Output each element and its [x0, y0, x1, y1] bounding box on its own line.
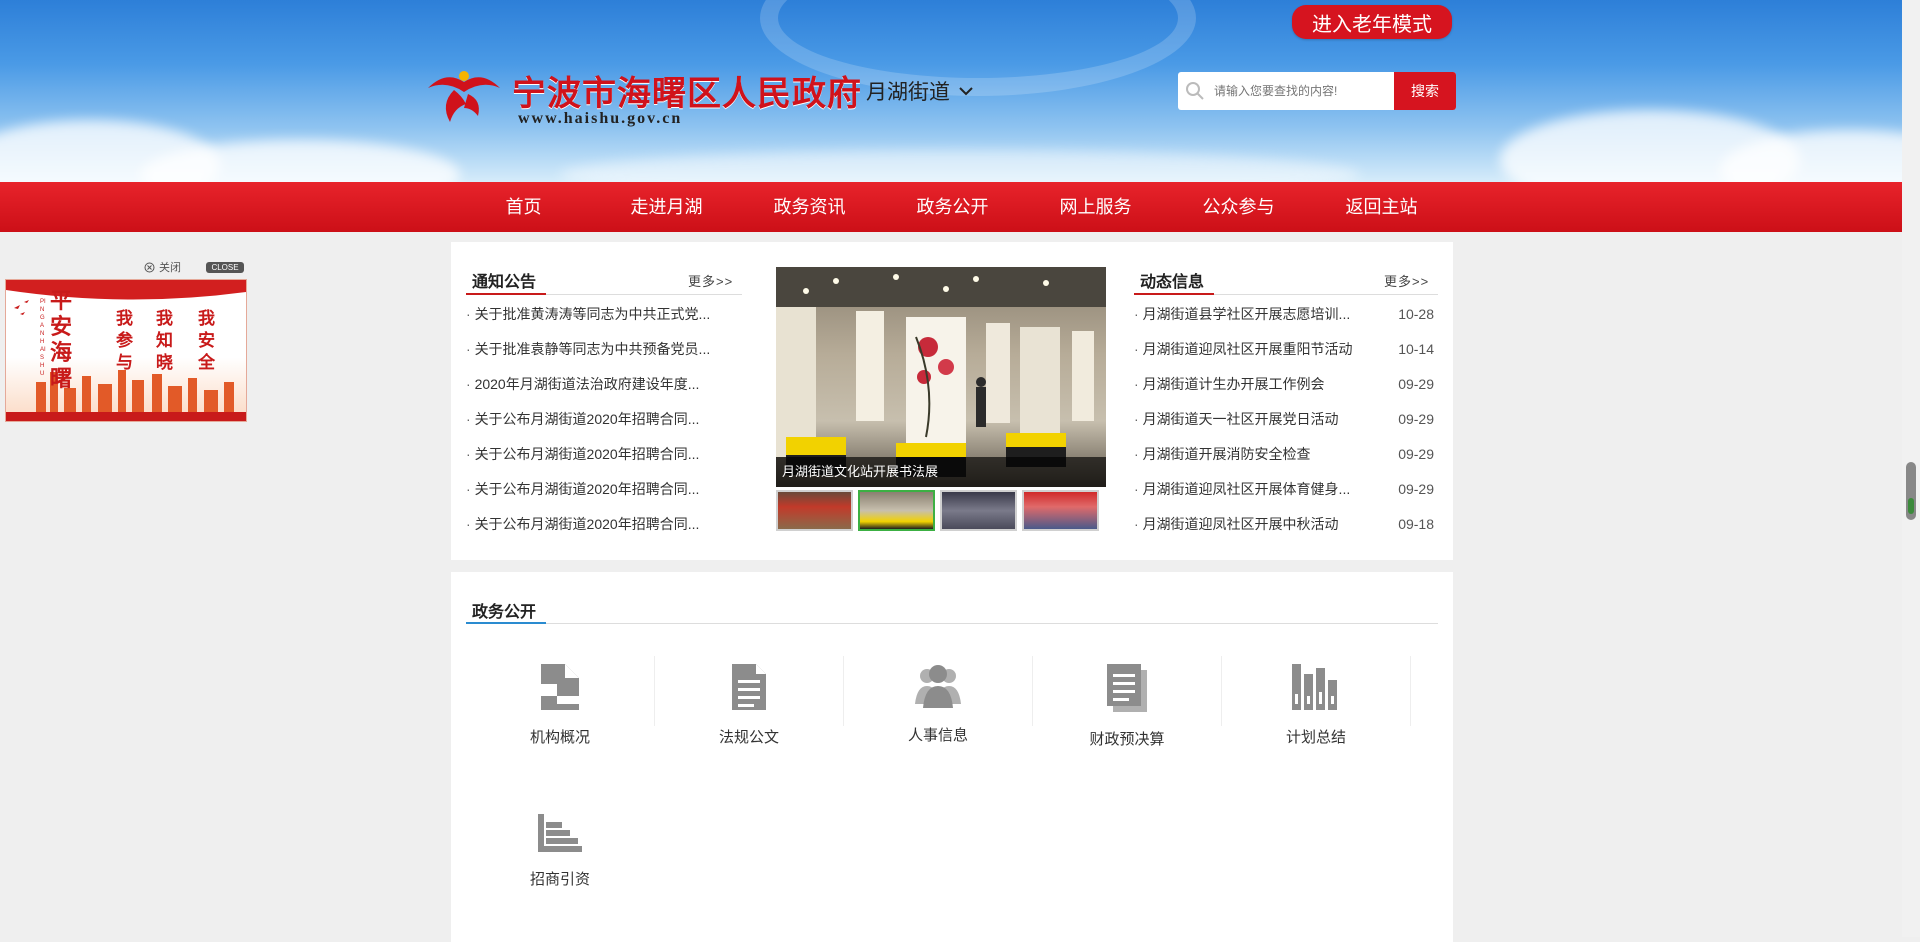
list-item[interactable]: 关于批准袁静等同志为中共预备党员...: [466, 338, 742, 373]
nav-item-online-service[interactable]: 网上服务: [1024, 182, 1167, 232]
main-nav: 首页 走进月湖 政务资讯 政务公开 网上服务 公众参与 返回主站: [0, 182, 1902, 232]
list-item[interactable]: 关于公布月湖街道2020年招聘合同...: [466, 443, 742, 478]
list-item[interactable]: 关于批准黄涛涛等同志为中共正式党...: [466, 303, 742, 338]
scroll-indicator: [1908, 498, 1914, 514]
gov-item-label: 计划总结: [1285, 729, 1346, 746]
gov-item-label: 人事信息: [907, 727, 968, 744]
notices-title: 通知公告: [472, 274, 537, 291]
gov-open-divider: [466, 623, 1438, 624]
list-item[interactable]: 月湖街道开展消防安全检查09-29: [1134, 443, 1434, 478]
ad-column-3: 我安全: [198, 309, 215, 372]
list-item[interactable]: 月湖街道迎凤社区开展重阳节活动10-14: [1134, 338, 1434, 373]
gov-item-label: 财政预决算: [1089, 731, 1165, 748]
news-more-link[interactable]: 更多>>: [1384, 271, 1429, 290]
site-title[interactable]: 宁波市海曙区人民政府: [512, 66, 862, 115]
list-item[interactable]: 月湖街道县学社区开展志愿培训...10-28: [1134, 303, 1434, 338]
notices-title-mark: [466, 293, 546, 295]
list-item[interactable]: 月湖街道迎凤社区开展中秋活动09-18: [1134, 513, 1434, 548]
ad-column-2: 我知晓: [156, 309, 173, 372]
gov-open-title-mark: [466, 622, 546, 624]
divider: [1410, 656, 1411, 726]
list-item[interactable]: 2020年月湖街道法治政府建设年度...: [466, 373, 742, 408]
gov-item-personnel[interactable]: 人事信息: [863, 662, 1013, 745]
list-item[interactable]: 关于公布月湖街道2020年招聘合同...: [466, 513, 742, 548]
nav-item-about-yuehu[interactable]: 走进月湖: [595, 182, 738, 232]
gov-item-label: 招商引资: [529, 871, 590, 888]
divider: [1032, 656, 1033, 726]
carousel-thumb[interactable]: [776, 490, 853, 531]
notices-list: 关于批准黄涛涛等同志为中共正式党... 关于批准袁静等同志为中共预备党员... …: [466, 303, 742, 548]
carousel-image: [776, 267, 1106, 487]
gov-item-org-overview[interactable]: 机构概况: [485, 662, 635, 747]
list-item[interactable]: 月湖街道迎凤社区开展体育健身...09-29: [1134, 478, 1434, 513]
bar-chart-icon: [1292, 664, 1337, 710]
chevron-down-icon: [959, 87, 973, 96]
cloud-decoration: [560, 150, 1360, 182]
building-doc-icon: [541, 664, 579, 710]
ad-close-en-button[interactable]: CLOSE: [206, 262, 244, 273]
gov-item-plan-summary[interactable]: 计划总结: [1241, 662, 1391, 747]
list-item[interactable]: 月湖街道计生办开展工作例会09-29: [1134, 373, 1434, 408]
search-input[interactable]: [1212, 72, 1394, 110]
nav-item-gov-open[interactable]: 政务公开: [881, 182, 1024, 232]
nav-item-home[interactable]: 首页: [452, 182, 595, 232]
page-scrollbar[interactable]: [1902, 0, 1920, 937]
district-selector[interactable]: 月湖街道: [866, 76, 974, 106]
gov-open-title: 政务公开: [472, 604, 537, 621]
nav-item-public-participation[interactable]: 公众参与: [1167, 182, 1310, 232]
ad-pinyin: PING AN HAI SHU: [40, 299, 46, 377]
carousel-thumb[interactable]: [940, 490, 1017, 531]
carousel-thumbnails: [776, 490, 1099, 531]
horizontal-bars-icon: [538, 814, 582, 852]
news-list: 月湖街道县学社区开展志愿培训...10-28 月湖街道迎凤社区开展重阳节活动10…: [1134, 303, 1434, 548]
news-title-mark: [1134, 293, 1214, 295]
gov-item-label: 机构概况: [529, 729, 590, 746]
ad-close-label: 关闭: [159, 262, 181, 274]
district-label: 月湖街道: [866, 80, 950, 104]
stacked-docs-icon: [1107, 664, 1147, 712]
site-header: 宁波市海曙区人民政府 www.haishu.gov.cn 月湖街道 进入老年模式…: [0, 0, 1902, 182]
notices-more-link[interactable]: 更多>>: [688, 271, 733, 290]
carousel-caption: 月湖街道文化站开展书法展: [776, 457, 1106, 487]
close-circle-icon: [144, 262, 155, 272]
ad-banner[interactable]: 平安海曙 PING AN HAI SHU 我参与 我知晓 我安全: [5, 279, 247, 422]
news-title: 动态信息: [1140, 274, 1205, 291]
site-url: www.haishu.gov.cn: [518, 110, 683, 127]
gov-item-finance-budget[interactable]: 财政预决算: [1052, 662, 1202, 749]
divider: [843, 656, 844, 726]
nav-item-gov-news[interactable]: 政务资讯: [738, 182, 881, 232]
gov-item-investment[interactable]: 招商引资: [485, 812, 635, 889]
document-icon: [732, 664, 766, 710]
search-icon: [1178, 81, 1212, 101]
people-icon: [915, 665, 961, 708]
list-item[interactable]: 月湖街道天一社区开展党日活动09-29: [1134, 408, 1434, 443]
ad-column-1: 我参与: [116, 309, 133, 372]
gov-item-label: 法规公文: [718, 729, 779, 746]
elder-mode-button[interactable]: 进入老年模式: [1292, 5, 1452, 39]
divider: [1221, 656, 1222, 726]
list-item[interactable]: 关于公布月湖街道2020年招聘合同...: [466, 478, 742, 513]
photo-carousel[interactable]: 月湖街道文化站开展书法展: [776, 267, 1106, 487]
ad-close-button[interactable]: 关闭: [144, 259, 181, 275]
divider: [654, 656, 655, 726]
exhibition-photo-graphic: [776, 267, 1106, 477]
ad-slogan: 平安海曙: [50, 288, 73, 391]
carousel-thumb[interactable]: [1022, 490, 1099, 531]
government-logo-icon: [428, 71, 500, 122]
carousel-thumb-active[interactable]: [858, 490, 935, 531]
search-box: 搜索: [1178, 72, 1456, 110]
gov-item-regulations[interactable]: 法规公文: [674, 662, 824, 747]
nav-item-back-main[interactable]: 返回主站: [1310, 182, 1453, 232]
list-item[interactable]: 关于公布月湖街道2020年招聘合同...: [466, 408, 742, 443]
search-button[interactable]: 搜索: [1394, 72, 1456, 110]
